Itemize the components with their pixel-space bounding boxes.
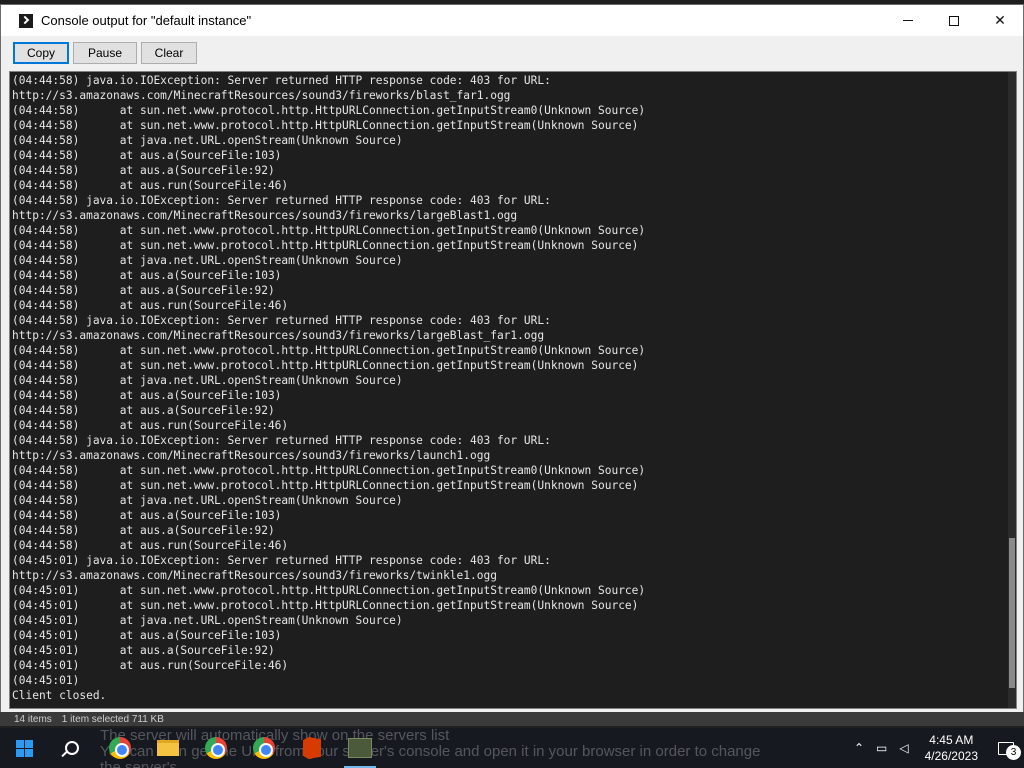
clear-button[interactable]: Clear [141,42,197,64]
network-icon[interactable]: ▭ [876,741,887,755]
console-line: (04:44:58) at sun.net.www.protocol.http.… [12,359,639,372]
minimize-button[interactable] [885,5,931,36]
console-line: (04:44:58) at aus.a(SourceFile:103) [12,389,282,402]
console-line: (04:44:58) at aus.a(SourceFile:92) [12,524,275,537]
console-line: http://s3.amazonaws.com/MinecraftResourc… [12,449,491,462]
console-line: (04:44:58) java.io.IOException: Server r… [12,314,551,327]
search-button[interactable] [48,728,96,768]
windows-start-icon [15,739,33,757]
notification-badge: 3 [1006,745,1021,760]
console-line: (04:45:01) java.io.IOException: Server r… [12,554,551,567]
chrome-icon [253,737,275,759]
console-line: (04:45:01) at aus.run(SourceFile:46) [12,659,289,672]
chrome-icon [109,737,131,759]
selection-info: 1 item selected 711 KB [61,713,164,725]
console-line: (04:44:58) at java.net.URL.openStream(Un… [12,134,403,147]
console-line: Client closed. [12,689,107,702]
console-line: (04:44:58) at sun.net.www.protocol.http.… [12,464,646,477]
maximize-icon [949,15,959,26]
console-line: (04:44:58) at sun.net.www.protocol.http.… [12,224,646,237]
copy-button[interactable]: Copy [13,42,69,64]
console-line: (04:44:58) at java.net.URL.openStream(Un… [12,494,403,507]
chevron-up-icon[interactable]: ⌃ [854,741,864,755]
clock-time: 4:45 AM [929,733,974,747]
console-line: (04:44:58) at sun.net.www.protocol.http.… [12,479,639,492]
console-line: (04:44:58) at java.net.URL.openStream(Un… [12,254,403,267]
taskbar-minecraft[interactable] [336,728,384,768]
clock-date: 4/26/2023 [924,749,978,763]
console-line: (04:44:58) at aus.a(SourceFile:92) [12,404,275,417]
taskbar-chrome-2[interactable] [192,728,240,768]
console-line: (04:44:58) at sun.net.www.protocol.http.… [12,344,646,357]
office-icon [303,737,321,759]
console-line: (04:44:58) java.io.IOException: Server r… [12,74,551,87]
console-line: (04:45:01) at java.net.URL.openStream(Un… [12,614,403,627]
window-title: Console output for "default instance" [41,13,252,28]
console-icon [19,13,33,28]
console-line: (04:45:01) at aus.a(SourceFile:92) [12,644,275,657]
console-line: http://s3.amazonaws.com/MinecraftResourc… [12,569,497,582]
console-line: (04:44:58) at aus.a(SourceFile:92) [12,164,275,177]
pause-button[interactable]: Pause [73,42,137,64]
console-line: http://s3.amazonaws.com/MinecraftResourc… [12,209,518,222]
title-bar[interactable]: Console output for "default instance" ✕ [1,5,1023,36]
chrome-icon [205,737,227,759]
minimize-icon [903,20,913,21]
console-line: (04:44:58) at aus.a(SourceFile:103) [12,509,282,522]
console-line: (04:45:01) at sun.net.www.protocol.http.… [12,599,639,612]
file-explorer-icon [157,740,179,756]
console-line: (04:45:01) [12,674,80,687]
close-icon: ✕ [994,12,1006,29]
console-line: (04:44:58) at aus.run(SourceFile:46) [12,419,289,432]
console-window: Console output for "default instance" ✕ … [0,4,1024,714]
window-controls: ✕ [885,5,1023,36]
taskbar-chrome-3[interactable] [240,728,288,768]
console-line: (04:44:58) at aus.a(SourceFile:103) [12,149,282,162]
notification-center-button[interactable]: 3 [988,728,1024,768]
volume-icon[interactable]: ◁ [899,741,908,755]
system-tray: ⌃ ▭ ◁ 4:45 AM 4/26/2023 3 [848,728,1024,768]
start-button[interactable] [0,728,48,768]
taskbar-file-explorer[interactable] [144,728,192,768]
console-line: (04:45:01) at sun.net.www.protocol.http.… [12,584,646,597]
console-line: (04:44:58) java.io.IOException: Server r… [12,434,551,447]
toolbar: Copy Pause Clear [1,36,1023,70]
console-line: (04:44:58) java.io.IOException: Server r… [12,194,551,207]
console-line: (04:44:58) at sun.net.www.protocol.http.… [12,104,646,117]
maximize-button[interactable] [931,5,977,36]
console-lines: (04:44:58) java.io.IOException: Server r… [12,73,1002,703]
console-line: (04:44:58) at java.net.URL.openStream(Un… [12,374,403,387]
console-line: (04:44:58) at aus.run(SourceFile:46) [12,299,289,312]
console-line: (04:44:58) at sun.net.www.protocol.http.… [12,119,639,132]
console-line: (04:44:58) at aus.a(SourceFile:92) [12,284,275,297]
taskbar-chrome-1[interactable] [96,728,144,768]
scrollbar-thumb[interactable] [1009,538,1015,688]
console-output[interactable]: (04:44:58) java.io.IOException: Server r… [9,71,1017,709]
console-line: http://s3.amazonaws.com/MinecraftResourc… [12,329,545,342]
search-icon [65,741,79,755]
taskbar-office[interactable] [288,728,336,768]
items-count: 14 items [14,713,52,725]
console-line: (04:44:58) at sun.net.www.protocol.http.… [12,239,639,252]
close-button[interactable]: ✕ [977,5,1023,36]
console-line: (04:44:58) at aus.run(SourceFile:46) [12,539,289,552]
taskbar: The server will automatically show on th… [0,728,1024,768]
clock[interactable]: 4:45 AM 4/26/2023 [925,732,978,764]
explorer-status-bar: 14 items 1 item selected 711 KB [0,712,1024,726]
console-line: (04:44:58) at aus.run(SourceFile:46) [12,179,289,192]
vertical-scrollbar[interactable] [1008,72,1016,708]
console-line: http://s3.amazonaws.com/MinecraftResourc… [12,89,511,102]
console-line: (04:45:01) at aus.a(SourceFile:103) [12,629,282,642]
console-line: (04:44:58) at aus.a(SourceFile:103) [12,269,282,282]
minecraft-icon [348,738,372,758]
